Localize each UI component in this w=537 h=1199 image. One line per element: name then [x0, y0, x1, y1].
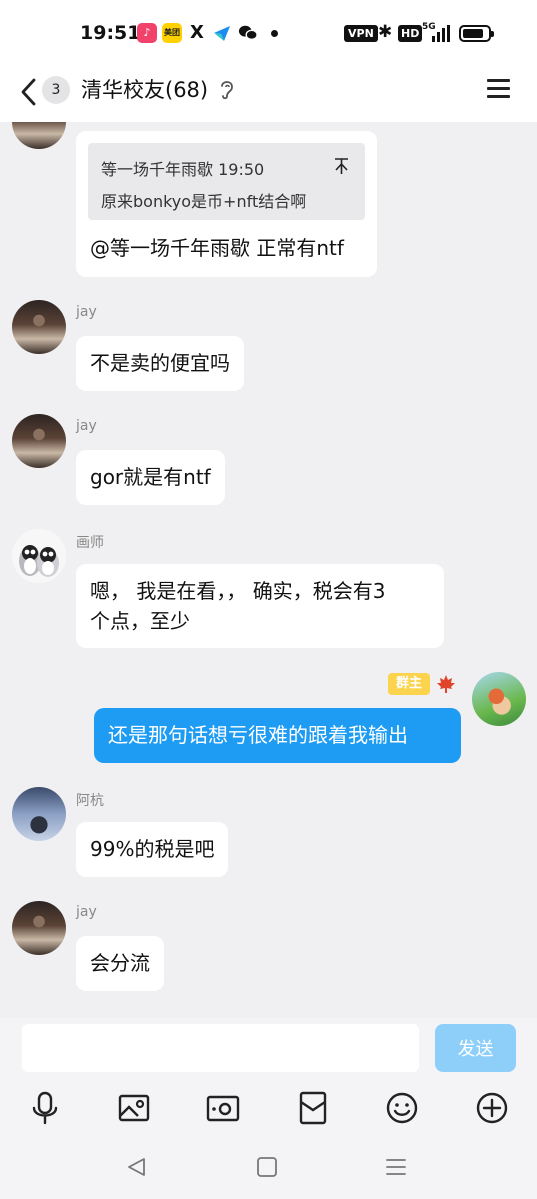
message-input[interactable] — [22, 1024, 419, 1072]
quoted-message[interactable]: 等一场千年雨歇 19:50 原来bonkyo是币+nft结合啊 — [88, 143, 365, 220]
maple-leaf-icon — [437, 675, 455, 693]
chat-header: 3 清华校友(68) — [0, 68, 537, 122]
ear-icon[interactable] — [218, 77, 236, 101]
nav-recents-icon[interactable] — [383, 1154, 409, 1180]
message-bubble[interactable]: 会分流 — [76, 936, 164, 991]
quote-author-time: 等一场千年雨歇 19:50 — [101, 160, 265, 179]
image-icon[interactable] — [114, 1088, 154, 1128]
microphone-icon[interactable] — [25, 1088, 65, 1128]
avatar-me[interactable] — [472, 672, 526, 726]
system-navigation — [0, 1136, 537, 1199]
sender-name: 画师 — [76, 535, 104, 551]
message-text: @等一场千年雨歇 正常有ntf — [90, 236, 344, 260]
avatar-ahang[interactable] — [12, 787, 66, 841]
nav-back-icon[interactable] — [124, 1154, 150, 1180]
sender-name: jay — [76, 304, 97, 320]
message-bubble[interactable]: gor就是有ntf — [76, 450, 225, 505]
vpn-badge: VPN — [344, 25, 378, 42]
input-bar: 发送 — [0, 1018, 537, 1080]
status-bar: 19:51 ♪ 美团 X VPN ✱ HD 5G — [0, 0, 537, 68]
more-notifications-dot — [271, 30, 278, 37]
status-time: 19:51 — [80, 22, 141, 44]
message-text-line1: 嗯， 我是在看，， 确实，税会有3 — [90, 579, 386, 603]
plus-icon[interactable] — [472, 1088, 512, 1128]
bluetooth-icon: ✱ — [378, 22, 393, 42]
menu-icon[interactable] — [487, 78, 511, 100]
emoji-icon[interactable] — [382, 1088, 422, 1128]
chat-messages[interactable]: 等一场千年雨歇 19:50 原来bonkyo是币+nft结合啊 @等一场千年雨歇… — [0, 122, 537, 1018]
nav-home-icon[interactable] — [254, 1154, 280, 1180]
avatar-jay[interactable] — [12, 414, 66, 468]
hd-badge: HD — [398, 25, 423, 42]
unread-count-badge[interactable]: 3 — [42, 76, 70, 104]
send-button[interactable]: 发送 — [435, 1024, 516, 1072]
avatar-jay[interactable] — [12, 122, 66, 149]
message-bubble[interactable]: 不是卖的便宜吗 — [76, 336, 244, 391]
quote-text: 原来bonkyo是币+nft结合啊 — [101, 192, 307, 211]
group-owner-tag: 群主 — [388, 673, 430, 695]
feishu-app-icon — [214, 26, 230, 41]
meituan-app-icon: 美团 — [162, 23, 182, 43]
back-icon[interactable] — [18, 74, 44, 110]
signal-icon — [432, 25, 452, 42]
message-bubble-mine[interactable]: 还是那句话想亏很难的跟着我输出 — [94, 708, 461, 763]
avatar-jay[interactable] — [12, 901, 66, 955]
chat-title[interactable]: 清华校友(68) — [81, 74, 208, 104]
jump-to-quote-icon[interactable] — [334, 156, 349, 176]
input-toolbar — [0, 1080, 537, 1136]
message-bubble[interactable]: 嗯， 我是在看，， 确实，税会有3 个点，至少 — [76, 564, 444, 648]
wechat-app-icon — [238, 25, 258, 41]
message-bubble[interactable]: 等一场千年雨歇 19:50 原来bonkyo是币+nft结合啊 @等一场千年雨歇… — [76, 131, 377, 277]
sender-name: jay — [76, 418, 97, 434]
avatar-jay[interactable] — [12, 300, 66, 354]
battery-icon — [459, 25, 494, 42]
message-text-line2: 个点，至少 — [90, 609, 190, 633]
sender-name: jay — [76, 904, 97, 920]
red-packet-icon[interactable] — [293, 1088, 333, 1128]
music-app-icon: ♪ — [137, 23, 157, 43]
x-app-icon: X — [190, 22, 204, 43]
message-bubble[interactable]: 99%的税是吧 — [76, 822, 229, 877]
camera-icon[interactable] — [203, 1088, 243, 1128]
avatar-penguin[interactable] — [12, 529, 66, 583]
sender-name: 阿杭 — [76, 793, 104, 809]
